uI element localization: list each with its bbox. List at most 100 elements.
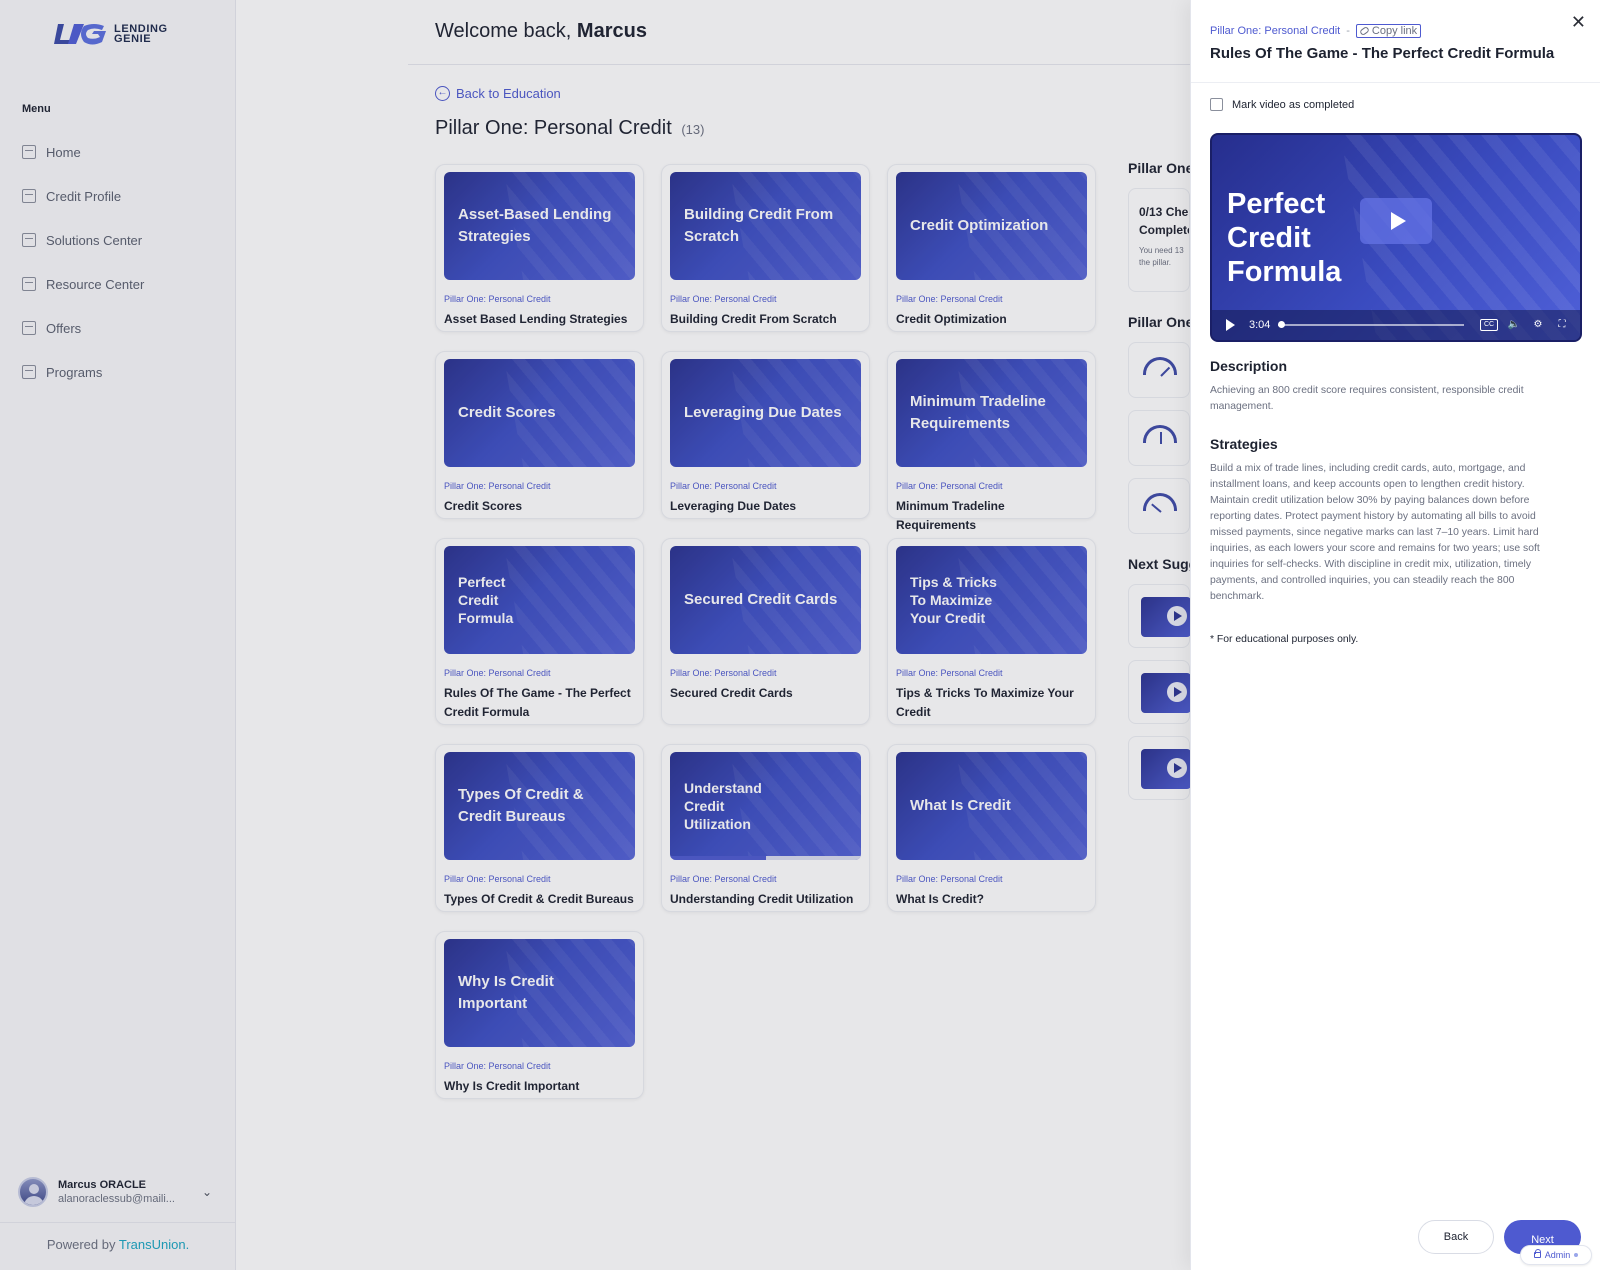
video-thumbnail[interactable]: Credit Scores xyxy=(444,359,635,467)
thumbnail-title: Tips & Tricks To Maximize Your Credit xyxy=(910,574,997,626)
card-category: Pillar One: Personal Credit xyxy=(670,481,777,491)
video-card[interactable]: Perfect Credit Formula Pillar One: Perso… xyxy=(435,538,644,725)
card-title: Why Is Credit Important xyxy=(444,1079,580,1093)
copy-link-button[interactable]: Copy link xyxy=(1355,24,1422,38)
strategies-text: Build a mix of trade lines, including cr… xyxy=(1210,463,1540,602)
video-card[interactable]: Why Is Credit Important Pillar One: Pers… xyxy=(435,931,644,1099)
breadcrumb-separator: - xyxy=(1346,25,1350,37)
sidebar-item-label: Resource Center xyxy=(46,276,145,292)
suggested-video[interactable] xyxy=(1128,736,1191,800)
video-thumbnail[interactable]: Asset-Based Lending Strategies xyxy=(444,172,635,280)
menu-title: Menu xyxy=(22,103,51,115)
video-thumbnail[interactable]: Understand Credit Utilization xyxy=(670,752,861,860)
thumbnail-title: Credit Optimization xyxy=(910,217,1049,234)
video-card[interactable]: Understand Credit Utilization Pillar One… xyxy=(661,744,870,912)
score-card[interactable] xyxy=(1128,342,1190,398)
score-card[interactable] xyxy=(1128,410,1190,466)
description-text: Achieving an 800 credit score requires c… xyxy=(1210,385,1524,412)
video-thumbnail[interactable]: Building Credit From Scratch xyxy=(670,172,861,280)
settings-gear-icon[interactable]: ⚙ xyxy=(1530,319,1546,331)
card-category: Pillar One: Personal Credit xyxy=(444,874,551,884)
offers-icon xyxy=(22,321,36,335)
suggested-thumbnail xyxy=(1141,597,1191,637)
back-to-education-link[interactable]: ← Back to Education xyxy=(435,86,561,101)
brand-logo[interactable]: LENDING GENIE xyxy=(54,22,168,46)
score-card[interactable] xyxy=(1128,478,1190,534)
watch-progress-fill xyxy=(670,856,766,860)
fullscreen-icon[interactable]: ⛶ xyxy=(1554,319,1570,331)
video-card[interactable]: Credit Optimization Pillar One: Personal… xyxy=(887,164,1096,332)
thumbnail-title: Types Of Credit & Credit Bureaus xyxy=(458,786,584,825)
sidebar-item-programs[interactable]: Programs xyxy=(22,350,222,394)
video-thumbnail[interactable]: Perfect Credit Formula xyxy=(444,546,635,654)
video-card[interactable]: What Is Credit Pillar One: Personal Cred… xyxy=(887,744,1096,912)
gauge-icon xyxy=(1143,357,1177,375)
close-icon[interactable]: ✕ xyxy=(1571,12,1586,33)
breadcrumb-category[interactable]: Pillar One: Personal Credit xyxy=(1210,25,1340,37)
sidebar-item-label: Home xyxy=(46,144,81,160)
thumbnail-title: Building Credit From Scratch xyxy=(684,206,834,245)
copy-link-label: Copy link xyxy=(1371,25,1418,37)
card-title: Credit Scores xyxy=(444,499,523,513)
suggested-thumbnail xyxy=(1141,673,1191,713)
link-icon xyxy=(1358,25,1370,37)
sidebar-item-resource-center[interactable]: Resource Center xyxy=(22,262,222,306)
captions-icon[interactable]: CC xyxy=(1480,319,1498,331)
video-title-line-1: Perfect xyxy=(1227,188,1326,220)
play-icon xyxy=(1167,682,1187,702)
powered-by: Powered by TransUnion. xyxy=(0,1222,236,1252)
play-icon[interactable] xyxy=(1226,319,1235,331)
sidebar-item-home[interactable]: Home xyxy=(22,130,222,174)
card-category: Pillar One: Personal Credit xyxy=(896,668,1003,678)
mark-completed-checkbox[interactable]: Mark video as completed xyxy=(1210,98,1354,111)
video-thumbnail[interactable]: Why Is Credit Important xyxy=(444,939,635,1047)
video-card[interactable]: Building Credit From Scratch Pillar One:… xyxy=(661,164,870,332)
video-card[interactable]: Asset-Based Lending Strategies Pillar On… xyxy=(435,164,644,332)
card-category: Pillar One: Personal Credit xyxy=(444,668,551,678)
mark-completed-label: Mark video as completed xyxy=(1232,98,1355,111)
video-thumbnail[interactable]: Credit Optimization xyxy=(896,172,1087,280)
suggested-video[interactable] xyxy=(1128,660,1191,724)
sidebar-item-credit-profile[interactable]: Credit Profile xyxy=(22,174,222,218)
thumbnail-title: Minimum Tradeline Requirements xyxy=(910,393,1046,432)
admin-badge[interactable]: Admin xyxy=(1520,1245,1592,1265)
card-title: Leveraging Due Dates xyxy=(670,499,797,513)
video-thumbnail[interactable]: Secured Credit Cards xyxy=(670,546,861,654)
card-title: Rules Of The Game - The Perfect Credit F… xyxy=(444,686,631,719)
video-thumbnail[interactable]: What Is Credit xyxy=(896,752,1087,860)
chevron-down-icon[interactable]: ⌄ xyxy=(202,1185,212,1199)
checkbox-icon[interactable] xyxy=(1210,98,1223,111)
sidebar-item-offers[interactable]: Offers xyxy=(22,306,222,350)
app-root: LENDING GENIE Menu Home Credit Profile S… xyxy=(0,0,1600,1270)
thumbnail-title: Leveraging Due Dates xyxy=(684,404,842,421)
video-card[interactable]: Leveraging Due Dates Pillar One: Persona… xyxy=(661,351,870,519)
video-card[interactable]: Minimum Tradeline Requirements Pillar On… xyxy=(887,351,1096,532)
sidebar-item-solutions-center[interactable]: Solutions Center xyxy=(22,218,222,262)
thumbnail-title: Asset-Based Lending Strategies xyxy=(458,206,612,245)
video-player[interactable]: Perfect Credit Formula 3:04 CC 🔈 ⚙ ⛶ xyxy=(1210,133,1582,342)
volume-icon[interactable]: 🔈 xyxy=(1506,319,1522,331)
card-category: Pillar One: Personal Credit xyxy=(444,481,551,491)
video-card[interactable]: Credit Scores Pillar One: Personal Credi… xyxy=(435,351,644,519)
video-thumbnail[interactable]: Minimum Tradeline Requirements xyxy=(896,359,1087,467)
suggested-video[interactable] xyxy=(1128,584,1191,648)
video-count: (13) xyxy=(681,122,705,137)
sidebar-nav: Home Credit Profile Solutions Center Res… xyxy=(22,130,222,394)
video-thumbnail[interactable]: Tips & Tricks To Maximize Your Credit xyxy=(896,546,1087,654)
suggested-thumbnail xyxy=(1141,749,1191,789)
sidebar-item-label: Solutions Center xyxy=(46,232,143,248)
admin-label: Admin xyxy=(1544,1250,1571,1260)
pillar-score-heading: Pillar One xyxy=(1128,314,1190,330)
pillar-progress-heading: Pillar One xyxy=(1128,160,1190,176)
user-menu[interactable]: Marcus ORACLE alanoraclessub@maili... ⌄ xyxy=(18,1177,218,1207)
seek-bar[interactable] xyxy=(1278,321,1464,328)
powered-brand: TransUnion. xyxy=(118,1237,190,1252)
video-card[interactable]: Types Of Credit & Credit Bureaus Pillar … xyxy=(435,744,644,912)
video-thumbnail[interactable]: Leveraging Due Dates xyxy=(670,359,861,467)
back-button[interactable]: Back xyxy=(1418,1220,1494,1254)
video-thumbnail[interactable]: Types Of Credit & Credit Bureaus xyxy=(444,752,635,860)
video-card[interactable]: Tips & Tricks To Maximize Your Credit Pi… xyxy=(887,538,1096,725)
video-card[interactable]: Secured Credit Cards Pillar One: Persona… xyxy=(661,538,870,725)
card-category: Pillar One: Personal Credit xyxy=(670,668,777,678)
big-play-button[interactable] xyxy=(1360,198,1432,244)
